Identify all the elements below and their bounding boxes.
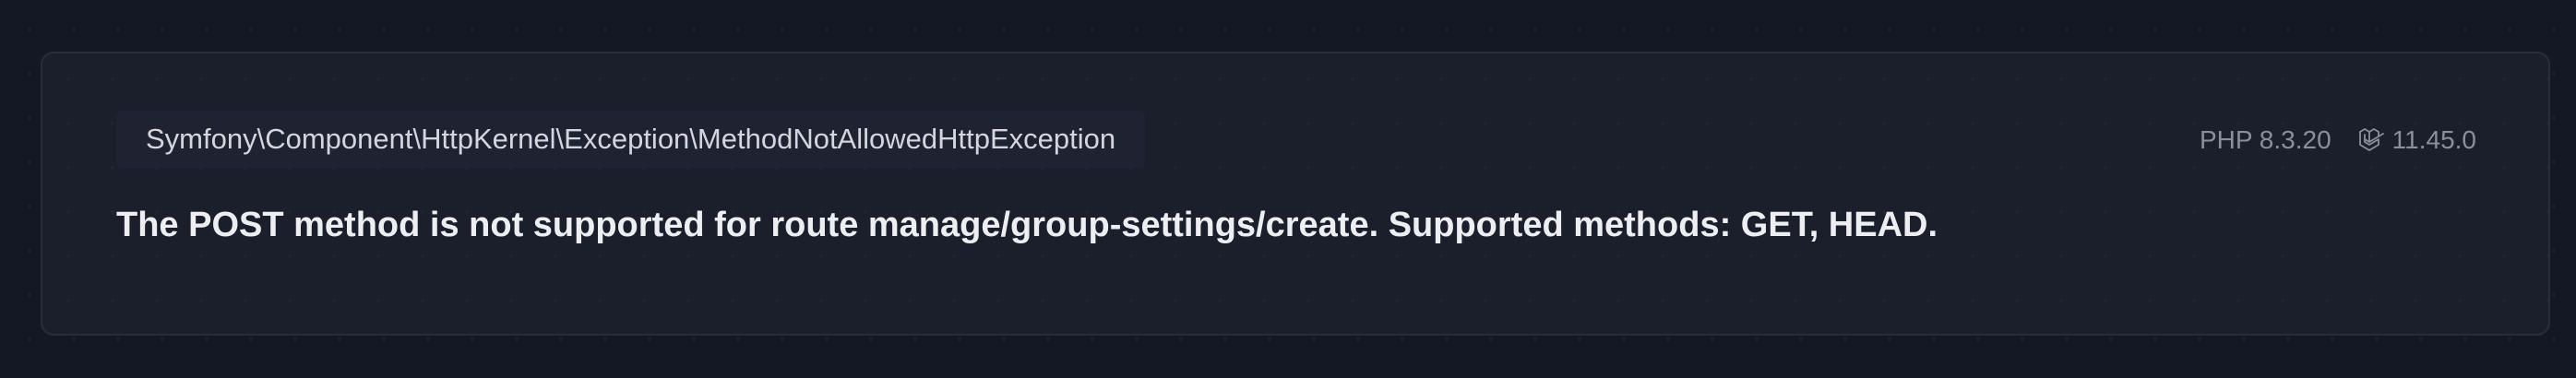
php-version: PHP 8.3.20: [2200, 125, 2332, 155]
environment-info: PHP 8.3.20 11.45.0: [2200, 120, 2476, 160]
laravel-version-label: 11.45.0: [2391, 125, 2476, 154]
exception-class-name: Symfony\Component\HttpKernel\Exception\M…: [116, 111, 1146, 168]
exception-message: The POST method is not supported for rou…: [116, 206, 1938, 244]
exception-card: Symfony\Component\HttpKernel\Exception\M…: [41, 52, 2550, 336]
php-version-label: PHP 8.3.20: [2199, 125, 2332, 154]
laravel-logo-icon: [2357, 126, 2385, 154]
laravel-version: 11.45.0: [2357, 125, 2476, 155]
